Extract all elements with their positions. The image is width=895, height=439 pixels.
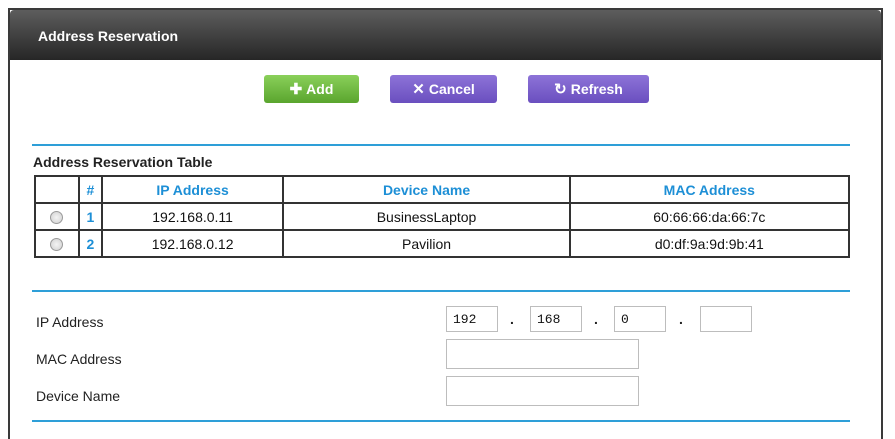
row-device-name: BusinessLaptop — [282, 202, 571, 231]
ip-dot: . — [679, 311, 683, 327]
ip-octet-2-input[interactable]: 168 — [530, 306, 582, 332]
add-button-label: Add — [306, 81, 334, 97]
refresh-button-label: Refresh — [570, 81, 623, 97]
ip-octet-4-input[interactable] — [700, 306, 752, 332]
reservation-table: # IP Address Device Name MAC Address 1 1… — [34, 175, 851, 258]
row-device-name: Pavilion — [282, 229, 571, 258]
table-row: 2 192.168.0.12 Pavilion d0:df:9a:9d:9b:4… — [34, 229, 851, 258]
ip-dot: . — [510, 311, 514, 327]
refresh-icon: ↻ — [554, 81, 567, 98]
plus-icon: ✚ — [289, 81, 303, 98]
row-index: 1 — [77, 202, 103, 231]
row-ip-address: 192.168.0.11 — [100, 202, 285, 231]
header-mac-address: MAC Address — [568, 175, 851, 204]
table-caption: Address Reservation Table — [33, 154, 213, 170]
header-index: # — [77, 175, 103, 204]
panel-title: Address Reservation — [38, 28, 179, 44]
row-index: 2 — [77, 229, 103, 258]
header-ip-address: IP Address — [100, 175, 285, 204]
mac-address-input[interactable] — [446, 339, 639, 369]
row-ip-address: 192.168.0.12 — [100, 229, 285, 258]
ip-dot: . — [594, 311, 598, 327]
cancel-button-label: Cancel — [428, 81, 475, 97]
row-mac-address: d0:df:9a:9d:9b:41 — [568, 229, 851, 258]
panel-header: Address Reservation — [10, 10, 881, 60]
x-icon: ✕ — [412, 81, 425, 98]
header-device-name: Device Name — [282, 175, 571, 204]
table-header-row: # IP Address Device Name MAC Address — [34, 175, 851, 204]
header-select — [34, 175, 80, 204]
row-select-cell — [34, 229, 80, 258]
row-radio-button[interactable] — [50, 238, 64, 252]
cancel-button[interactable]: ✕ Cancel — [390, 75, 497, 103]
add-button[interactable]: ✚ Add — [264, 75, 359, 103]
row-mac-address: 60:66:66:da:66:7c — [568, 202, 851, 231]
separator-top — [32, 144, 850, 146]
separator-middle — [32, 290, 850, 292]
ip-address-label: IP Address — [36, 314, 104, 330]
ip-octet-3-input[interactable]: 0 — [614, 306, 666, 332]
mac-address-label: MAC Address — [36, 351, 122, 367]
device-name-input[interactable] — [446, 376, 639, 406]
table-row: 1 192.168.0.11 BusinessLaptop 60:66:66:d… — [34, 202, 851, 231]
refresh-button[interactable]: ↻ Refresh — [528, 75, 649, 103]
ip-octet-1-input[interactable]: 192 — [446, 306, 498, 332]
separator-bottom — [32, 420, 850, 422]
row-select-cell — [34, 202, 80, 231]
device-name-label: Device Name — [36, 388, 121, 404]
row-radio-button[interactable] — [50, 211, 64, 225]
